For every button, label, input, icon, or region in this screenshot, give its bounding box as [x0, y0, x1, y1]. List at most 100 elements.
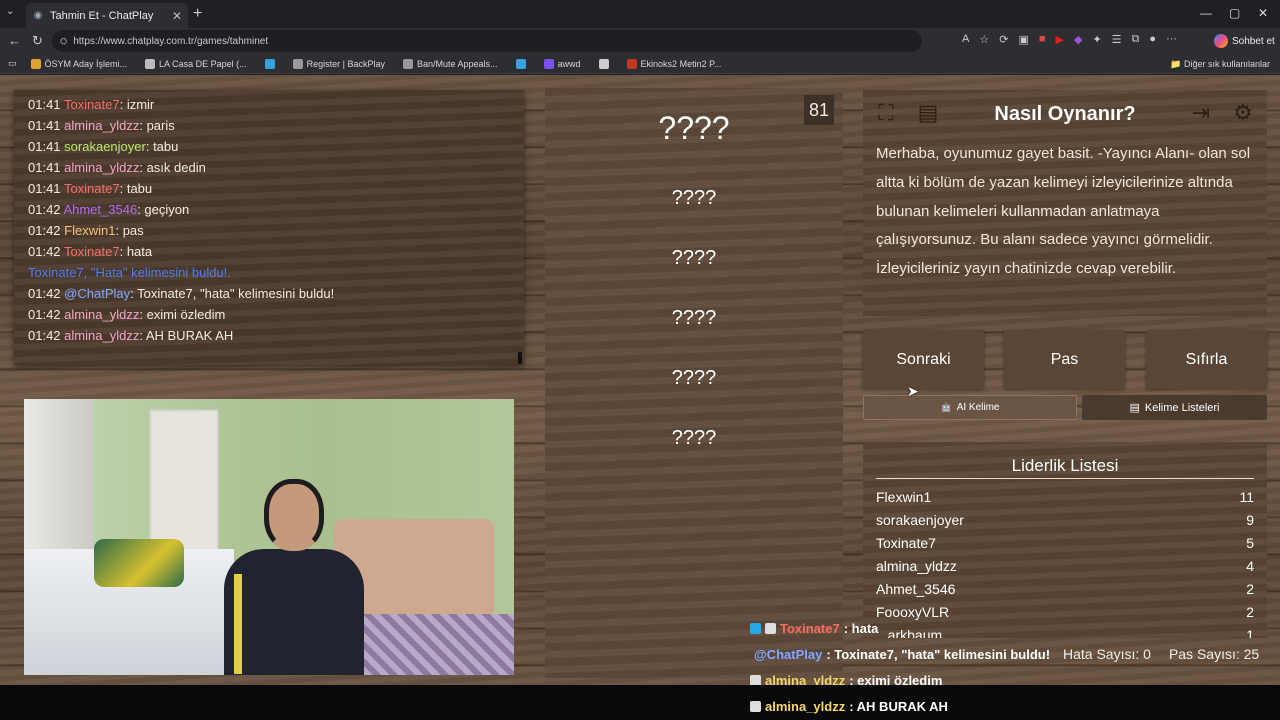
read-aloud-icon[interactable]: A: [962, 33, 969, 46]
favorite-star-icon[interactable]: ☆: [979, 33, 989, 46]
bookmark-item[interactable]: Ekinoks2 Metin2 P...: [626, 58, 721, 69]
url-input[interactable]: ⛭ https://www.chatplay.com.tr/games/tahm…: [52, 30, 922, 52]
chat-message: 01:42 almina_yldzz: AH BURAK AH: [28, 328, 234, 343]
bookmark-favicon-icon: [145, 58, 156, 69]
copilot-icon: [1214, 34, 1228, 48]
badge-icon: [765, 623, 776, 634]
bookmark-list: ÖSYM Aday İşlemi... LA Casa DE Papel (...…: [30, 58, 740, 69]
notes-icon[interactable]: ▤: [911, 96, 945, 130]
chat-username[interactable]: almina_yldzz: [64, 307, 139, 322]
leaderboard-divider: [876, 478, 1254, 479]
extension-icon[interactable]: ▣: [1018, 33, 1028, 46]
tab-list-icon[interactable]: ⌄: [6, 6, 14, 17]
youtube-icon[interactable]: ▶: [1056, 33, 1064, 46]
chat-username[interactable]: almina_yldzz: [64, 118, 139, 133]
overlay-text: : AH BURAK AH: [849, 699, 948, 714]
chat-username[interactable]: almina_yldzz: [64, 160, 139, 175]
site-info-icon[interactable]: ⛭: [60, 36, 67, 47]
close-window-icon[interactable]: ✕: [1258, 6, 1268, 20]
extension-purple-icon[interactable]: ◆: [1074, 33, 1082, 46]
leaderboard-score: 11: [1239, 489, 1254, 505]
chat-message: 01:42 almina_yldzz: eximi özledim: [28, 307, 226, 322]
game-stats: Hata Sayısı: 0 Pas Sayısı: 25: [1063, 646, 1259, 662]
minimize-icon[interactable]: —: [1200, 6, 1212, 20]
overlay-text: : hata: [843, 621, 879, 636]
forbidden-word: ????: [671, 307, 717, 329]
favorites-icon[interactable]: ☰: [1112, 33, 1122, 46]
fullscreen-icon[interactable]: ⛶: [869, 96, 903, 130]
bookmark-item[interactable]: [515, 58, 526, 69]
leaderboard-row: Ahmet_3546 2: [876, 581, 1254, 597]
bookmark-item[interactable]: awwd: [543, 58, 581, 69]
refresh-icon[interactable]: ⟳: [999, 33, 1008, 46]
bookmark-item[interactable]: Register | BackPlay: [292, 58, 385, 69]
chat-time: 01:41: [28, 118, 61, 133]
close-tab-icon[interactable]: ✕: [172, 9, 182, 23]
bookmark-item[interactable]: [598, 58, 609, 69]
logout-icon[interactable]: ⇥: [1184, 96, 1218, 130]
new-tab-icon[interactable]: +: [193, 5, 202, 23]
profile-avatar-icon[interactable]: ●: [1149, 33, 1156, 46]
bookmark-favicon-icon: [598, 58, 609, 69]
leaderboard-row: ...arkbaum 1: [876, 627, 1254, 638]
browser-tab[interactable]: ◉ Tahmin Et - ChatPlay ✕: [26, 3, 188, 28]
chat-username[interactable]: Flexwin1: [64, 223, 115, 238]
bookmark-favicon-icon: [402, 58, 413, 69]
settings-gear-icon[interactable]: ⚙: [1226, 96, 1260, 130]
bookmark-item[interactable]: [264, 58, 275, 69]
leaderboard-name: sorakaenjoyer: [876, 512, 964, 528]
reload-icon[interactable]: ↻: [32, 33, 43, 49]
bookmark-favicon-icon: [292, 58, 303, 69]
chat-text: tabu: [153, 139, 179, 154]
other-bookmarks[interactable]: 📁 Diğer sık kullanılanlar: [1170, 59, 1270, 70]
chat-username[interactable]: Toxinate7: [64, 181, 120, 196]
extensions-puzzle-icon[interactable]: ✦: [1092, 33, 1101, 46]
reset-button[interactable]: Sıfırla: [1146, 330, 1267, 389]
leaderboard-title: Liderlik Listesi: [1011, 456, 1119, 475]
chat-text: asık dedin: [146, 160, 206, 175]
leaderboard-name: almina_yldzz: [876, 558, 957, 574]
chat-username[interactable]: @ChatPlay: [64, 286, 130, 301]
more-menu-icon[interactable]: ···: [1166, 33, 1177, 46]
chat-message: 01:41 almina_yldzz: asık dedin: [28, 160, 206, 175]
forbidden-word: ????: [671, 187, 717, 209]
chat-scrollbar[interactable]: [518, 352, 522, 364]
leaderboard-name: Ahmet_3546: [876, 581, 956, 597]
bookmark-favicon-icon: [515, 58, 526, 69]
bookmark-favicon-icon: [264, 58, 275, 69]
ai-word-button[interactable]: 🤖 AI Kelime: [863, 395, 1077, 420]
chat-time: 01:42: [28, 223, 61, 238]
ai-word-label: AI Kelime: [956, 402, 1000, 413]
forbidden-word: ????: [671, 367, 717, 389]
leaderboard-name: Toxinate7: [876, 535, 936, 551]
overlay-user: almina_yldzz: [765, 699, 846, 714]
extension-red-icon[interactable]: ■: [1039, 33, 1046, 46]
chat-text: pas: [122, 223, 144, 238]
bookmark-item[interactable]: ÖSYM Aday İşlemi...: [30, 58, 127, 69]
copilot-chat-button[interactable]: Sohbet et: [1214, 31, 1275, 51]
badge-icon: [750, 623, 761, 634]
back-icon[interactable]: ←: [8, 33, 21, 48]
chat-username[interactable]: almina_yldzz: [64, 328, 139, 343]
chat-username[interactable]: Toxinate7: [64, 244, 120, 259]
pass-button[interactable]: Pas: [1004, 330, 1125, 389]
chat-message: 01:42 Toxinate7: hata: [28, 244, 153, 259]
bookmark-item[interactable]: Ban/Mute Appeals...: [402, 58, 498, 69]
next-button[interactable]: Sonraki: [863, 330, 984, 389]
leaderboard-score: 1: [1246, 627, 1254, 638]
chat-panel: 01:41 Toxinate7: izmir 01:41 almina_yldzz…: [14, 90, 524, 365]
chat-username[interactable]: sorakaenjoyer: [64, 139, 146, 154]
collections-icon[interactable]: ⧉: [1132, 33, 1140, 46]
bookmark-item[interactable]: LA Casa DE Papel (...: [145, 58, 247, 69]
maximize-icon[interactable]: ▢: [1229, 6, 1240, 20]
chat-text: eximi özledim: [146, 307, 226, 322]
chat-username[interactable]: Ahmet_3546: [63, 202, 137, 217]
chat-message: 01:41 Toxinate7: izmir: [28, 97, 155, 112]
bookmarks-toggle-icon[interactable]: ▭: [8, 58, 17, 69]
word-lists-button[interactable]: ▤ Kelime Listeleri: [1082, 395, 1267, 420]
chat-time: 01:41: [28, 181, 61, 196]
chat-message: 01:42 Flexwin1: pas: [28, 223, 144, 238]
chat-time: 01:42: [28, 202, 61, 217]
copilot-label: Sohbet et: [1232, 35, 1275, 47]
chat-username[interactable]: Toxinate7: [64, 97, 120, 112]
